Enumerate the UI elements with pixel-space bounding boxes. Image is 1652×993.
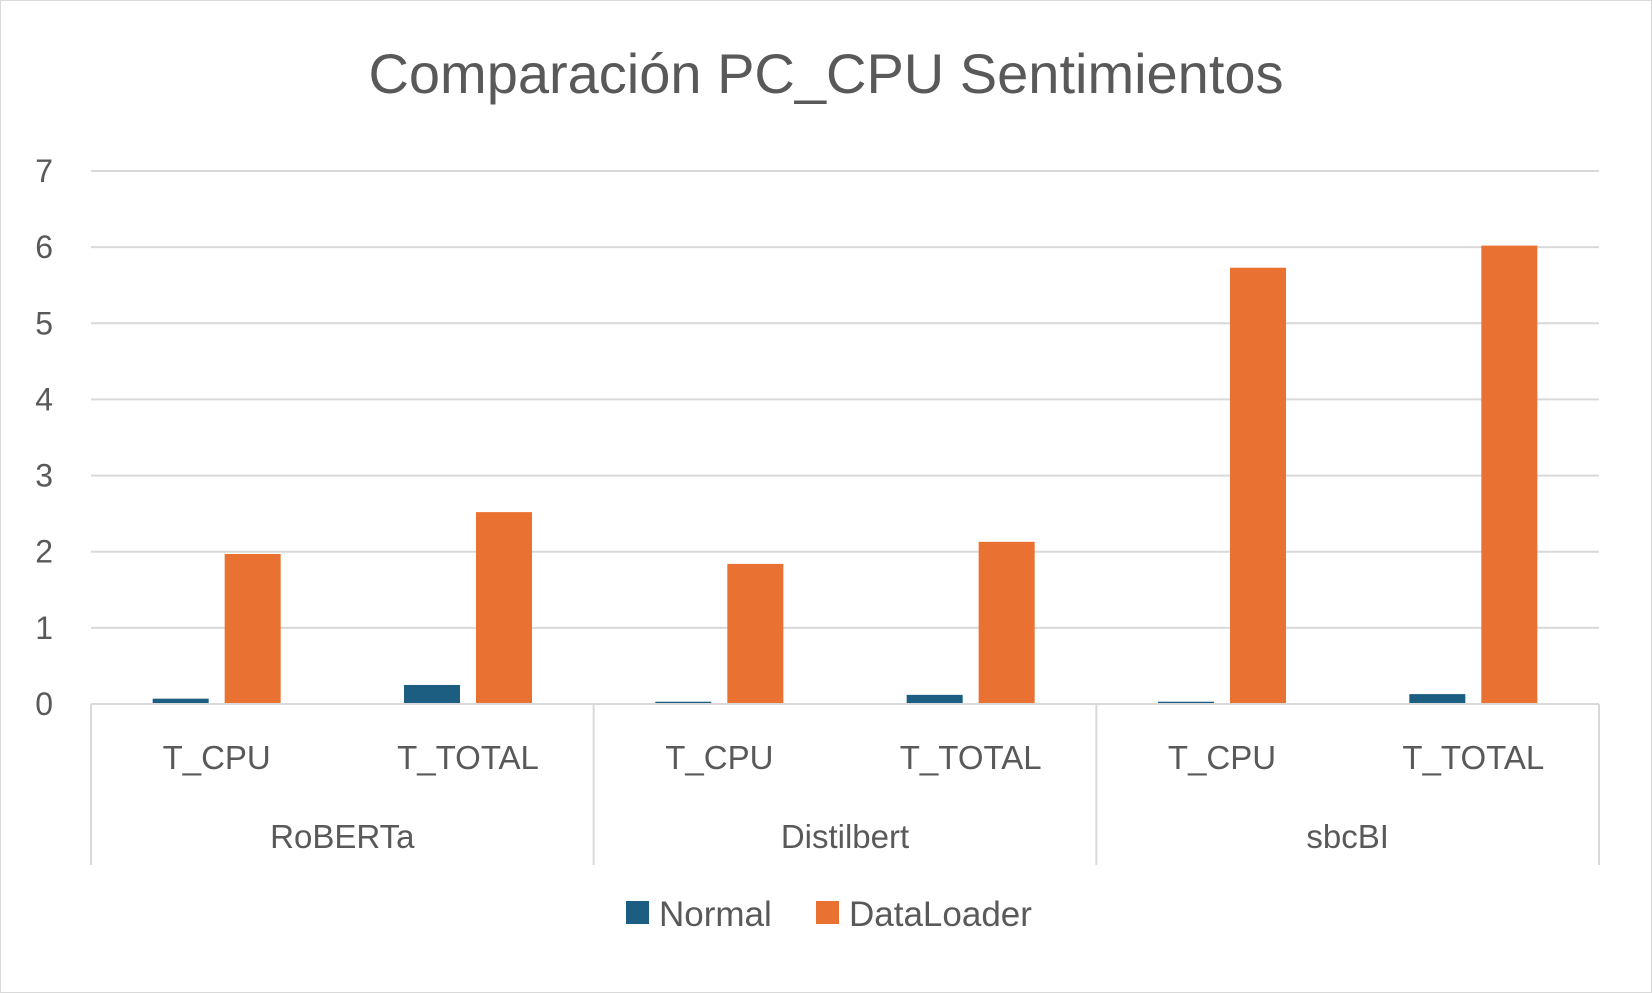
- bar-dataloader-3: [978, 541, 1035, 704]
- bar-dataloader-2: [727, 563, 784, 704]
- y-tick-label: 7: [35, 153, 53, 189]
- bar-dataloader-0: [224, 553, 281, 704]
- y-axis-tick-labels: 0 1 2 3 4 5 6 7: [35, 153, 53, 722]
- x-tick-label: T_CPU: [665, 739, 773, 776]
- y-tick-label: 3: [35, 458, 53, 494]
- legend-label-dataloader: DataLoader: [849, 895, 1032, 934]
- bar-chart: Comparación PC_CPU Sentimientos 0 1 2 3 4 5 6 7…: [35, 42, 1600, 934]
- chart-container: Comparación PC_CPU Sentimientos 0 1 2 3 4 5 6 7…: [0, 0, 1652, 993]
- group-label: sbcBI: [1306, 818, 1389, 855]
- x-tick-label: T_CPU: [1168, 739, 1276, 776]
- x-tick-label: T_TOTAL: [1402, 739, 1544, 776]
- bar-normal-5: [1409, 694, 1466, 704]
- x-tick-label: T_TOTAL: [397, 739, 539, 776]
- y-tick-label: 4: [35, 381, 53, 417]
- bar-dataloader-4: [1230, 267, 1286, 704]
- x-tick-label: T_TOTAL: [900, 739, 1042, 776]
- y-tick-label: 2: [35, 534, 53, 570]
- x-axis: T_CPU T_TOTAL T_CPU T_TOTAL T_CPU T_TOTAL RoBE…: [90, 703, 1600, 865]
- gridlines: [91, 170, 1599, 705]
- legend: Normal DataLoader: [626, 895, 1032, 934]
- legend-label-normal: Normal: [659, 895, 772, 934]
- bar-normal-1: [404, 684, 460, 704]
- group-label: Distilbert: [781, 818, 909, 855]
- y-tick-label: 6: [35, 229, 53, 265]
- legend-swatch-dataloader: [816, 901, 839, 924]
- bar-dataloader-1: [476, 512, 532, 704]
- y-tick-label: 5: [35, 305, 53, 341]
- group-label: RoBERTa: [270, 818, 415, 855]
- y-tick-label: 0: [35, 686, 53, 722]
- x-tick-label: T_CPU: [163, 739, 271, 776]
- y-tick-label: 1: [35, 610, 53, 646]
- legend-swatch-normal: [626, 901, 649, 924]
- bar-normal-3: [906, 694, 963, 704]
- bar-dataloader-5: [1481, 245, 1538, 704]
- chart-title: Comparación PC_CPU Sentimientos: [368, 42, 1283, 105]
